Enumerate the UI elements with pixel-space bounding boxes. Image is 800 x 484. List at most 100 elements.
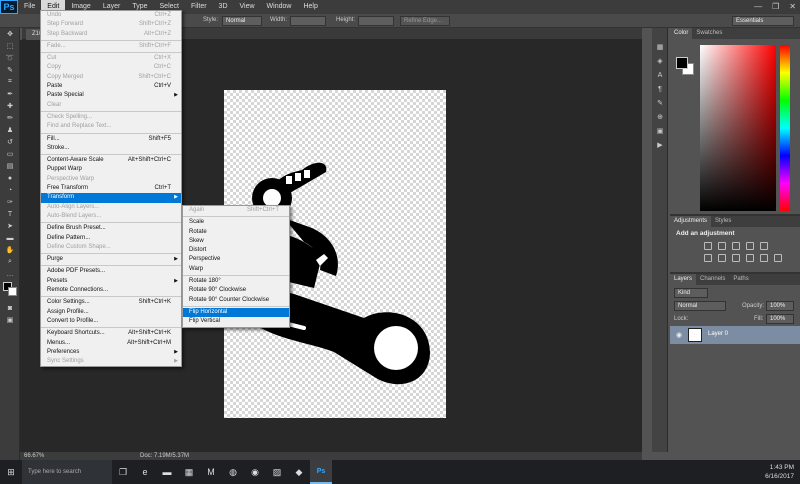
edit-menu-item-sync-settings[interactable]: Sync Settings ▶: [41, 357, 181, 366]
visibility-eye-icon[interactable]: ◉: [676, 331, 682, 339]
edit-menu-item-puppet-warp[interactable]: Puppet Warp: [41, 165, 181, 174]
menu-window[interactable]: Window: [261, 0, 298, 14]
character-panel-icon[interactable]: A: [652, 68, 668, 82]
clone-source-panel-icon[interactable]: ⊕: [652, 110, 668, 124]
paragraph-panel-icon[interactable]: ¶: [652, 82, 668, 96]
edit-menu-item-check-spelling[interactable]: Check Spelling...: [41, 113, 181, 122]
color-panel-swatches[interactable]: [676, 57, 694, 75]
healing-brush-tool-icon[interactable]: ✚: [0, 100, 20, 112]
transform-menu-item-rotate-180[interactable]: Rotate 180°: [183, 277, 289, 286]
edit-menu-item-fill[interactable]: Fill... Shift+F5: [41, 135, 181, 144]
black-white-icon[interactable]: [732, 254, 740, 262]
height-field[interactable]: [358, 16, 394, 26]
marquee-tool-icon[interactable]: ⬚: [0, 40, 20, 52]
vibrance-icon[interactable]: [760, 242, 768, 250]
curves-icon[interactable]: [732, 242, 740, 250]
pen-tool-icon[interactable]: ✑: [0, 196, 20, 208]
transform-menu-item-distort[interactable]: Distort: [183, 246, 289, 255]
tab-color[interactable]: Color: [670, 28, 693, 39]
edit-menu-item-step-forward[interactable]: Step Forward Shift+Ctrl+Z: [41, 20, 181, 29]
mail-icon[interactable]: M: [200, 460, 222, 484]
transform-menu-item-flip-vertical[interactable]: Flip Vertical: [183, 317, 289, 326]
menu-filter[interactable]: Filter: [185, 0, 213, 14]
style-select[interactable]: Normal: [222, 16, 262, 26]
media-player-icon[interactable]: ◉: [244, 460, 266, 484]
transform-menu-item-rotate[interactable]: Rotate: [183, 228, 289, 237]
foreground-swatch[interactable]: [676, 57, 688, 69]
edit-menu-item-copy-merged[interactable]: Copy Merged Shift+Ctrl+C: [41, 73, 181, 82]
edit-menu-item-transform[interactable]: Transform ▶: [41, 193, 181, 203]
width-field[interactable]: [290, 16, 326, 26]
edit-menu-item-define-custom-shape[interactable]: Define Custom Shape...: [41, 243, 181, 252]
edit-menu-item-undo[interactable]: Undo Ctrl+Z: [41, 11, 181, 20]
edit-menu-item-presets[interactable]: Presets ▶: [41, 277, 181, 286]
photos-icon[interactable]: ▨: [266, 460, 288, 484]
transform-menu-item-perspective[interactable]: Perspective: [183, 255, 289, 264]
edit-menu-item-define-pattern[interactable]: Define Pattern...: [41, 234, 181, 243]
restore-icon[interactable]: ❐: [772, 0, 779, 14]
exposure-icon[interactable]: [746, 242, 754, 250]
taskbar-search[interactable]: Type here to search: [22, 460, 112, 484]
transform-menu-item-skew[interactable]: Skew: [183, 237, 289, 246]
transform-menu-item-scale[interactable]: Scale: [183, 218, 289, 227]
move-tool-icon[interactable]: ✥: [0, 28, 20, 40]
lasso-tool-icon[interactable]: ➰: [0, 52, 20, 64]
shape-tool-icon[interactable]: ▬: [0, 232, 20, 244]
edit-menu-item-stroke[interactable]: Stroke...: [41, 144, 181, 153]
actions-panel-icon[interactable]: ▶: [652, 138, 668, 152]
brush-tool-icon[interactable]: ✏: [0, 112, 20, 124]
menu-view[interactable]: View: [234, 0, 261, 14]
history-brush-tool-icon[interactable]: ↺: [0, 136, 20, 148]
eyedropper-tool-icon[interactable]: ✒: [0, 88, 20, 100]
edit-menu-item-menus[interactable]: Menus... Alt+Shift+Ctrl+M: [41, 339, 181, 348]
document-size[interactable]: Doc: 7.19M/5.37M: [140, 452, 189, 460]
fill-field[interactable]: 100%: [766, 314, 794, 324]
hand-tool-icon[interactable]: ✋: [0, 244, 20, 256]
blur-tool-icon[interactable]: ●: [0, 172, 20, 184]
system-tray[interactable]: 1:43 PM 6/16/2017: [765, 463, 794, 481]
edit-menu-item-find-and-replace-text[interactable]: Find and Replace Text...: [41, 122, 181, 131]
edit-menu-item-adobe-pdf-presets[interactable]: Adobe PDF Presets...: [41, 267, 181, 276]
transform-menu-item-rotate-90-clockwise[interactable]: Rotate 90° Clockwise: [183, 286, 289, 295]
history-panel-icon[interactable]: ▦: [652, 40, 668, 54]
layer-row[interactable]: ◉ Layer 0: [670, 326, 800, 344]
zoom-tool-icon[interactable]: ⌕: [0, 256, 20, 268]
hue-slider[interactable]: [780, 45, 790, 211]
transform-menu-item-flip-horizontal[interactable]: Flip Horizontal: [183, 307, 289, 318]
properties-panel-icon[interactable]: ◈: [652, 54, 668, 68]
screen-mode-icon[interactable]: ▣: [0, 314, 20, 326]
edit-menu-item-auto-align-layers[interactable]: Auto-Align Layers...: [41, 203, 181, 212]
brush-panel-icon[interactable]: ✎: [652, 96, 668, 110]
edit-menu-item-step-backward[interactable]: Step Backward Alt+Ctrl+Z: [41, 30, 181, 39]
edge-browser-icon[interactable]: e: [134, 460, 156, 484]
eraser-tool-icon[interactable]: ▭: [0, 148, 20, 160]
tab-styles[interactable]: Styles: [711, 216, 735, 227]
close-icon[interactable]: ✕: [789, 0, 796, 14]
tab-channels[interactable]: Channels: [696, 274, 729, 285]
chrome-icon[interactable]: ◍: [222, 460, 244, 484]
quick-mask-icon[interactable]: ◙: [0, 302, 20, 314]
color-lookup-icon[interactable]: [774, 254, 782, 262]
channel-mixer-icon[interactable]: [760, 254, 768, 262]
transform-menu-item-warp[interactable]: Warp: [183, 265, 289, 274]
edit-menu-item-purge[interactable]: Purge ▶: [41, 255, 181, 264]
refine-edge-button[interactable]: Refine Edge...: [400, 16, 450, 26]
more-tools-icon[interactable]: …: [0, 268, 20, 280]
tool-presets-panel-icon[interactable]: ▣: [652, 124, 668, 138]
edit-menu-item-keyboard-shortcuts[interactable]: Keyboard Shortcuts... Alt+Shift+Ctrl+K: [41, 329, 181, 338]
brightness-contrast-icon[interactable]: [704, 242, 712, 250]
photoshop-taskbar-icon[interactable]: Ps: [310, 460, 332, 484]
edit-menu-item-convert-to-profile[interactable]: Convert to Profile...: [41, 317, 181, 326]
edit-menu-item-content-aware-scale[interactable]: Content-Aware Scale Alt+Shift+Ctrl+C: [41, 156, 181, 165]
path-select-tool-icon[interactable]: ➤: [0, 220, 20, 232]
zoom-level[interactable]: 66.67%: [24, 452, 44, 460]
quick-select-tool-icon[interactable]: ✎: [0, 64, 20, 76]
transform-menu-item-again[interactable]: Again Shift+Ctrl+T: [183, 206, 289, 215]
edit-menu-item-remote-connections[interactable]: Remote Connections...: [41, 286, 181, 295]
workspace-select[interactable]: Essentials: [732, 16, 794, 26]
edit-menu-item-free-transform[interactable]: Free Transform Ctrl+T: [41, 184, 181, 193]
photo-filter-icon[interactable]: [746, 254, 754, 262]
edit-menu-item-clear[interactable]: Clear: [41, 101, 181, 110]
edit-menu-item-paste[interactable]: Paste Ctrl+V: [41, 82, 181, 91]
edit-menu-item-fade[interactable]: Fade... Shift+Ctrl+F: [41, 42, 181, 51]
